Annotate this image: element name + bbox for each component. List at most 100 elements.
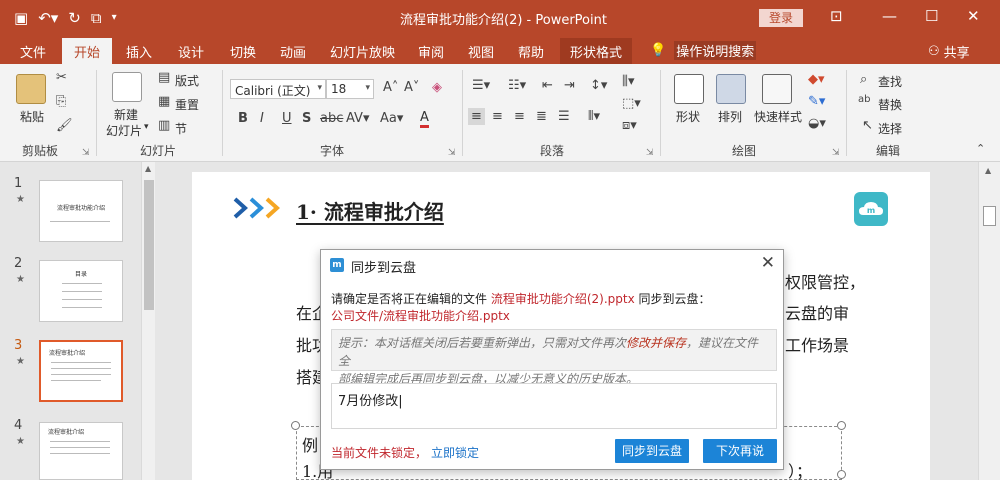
tab-review[interactable]: 审阅: [418, 42, 444, 61]
format-painter-icon[interactable]: 🖌: [56, 118, 73, 133]
arrange-icon[interactable]: [716, 74, 746, 104]
smartart-icon[interactable]: ⧈▾: [622, 118, 637, 133]
grow-font-icon[interactable]: A˄: [383, 80, 398, 95]
section-icon[interactable]: ▥: [158, 118, 170, 133]
text-shadow-icon[interactable]: S: [302, 111, 311, 126]
strikethrough-icon[interactable]: abc: [320, 111, 343, 126]
layout-button[interactable]: 版式: [175, 72, 199, 89]
find-button[interactable]: 查找: [878, 73, 902, 90]
select-icon[interactable]: ↖: [862, 118, 873, 133]
distributed-icon[interactable]: ☰: [558, 109, 570, 124]
align-right-icon[interactable]: ≡: [514, 109, 525, 124]
thumbnail-scrollbar[interactable]: ▲: [141, 162, 155, 480]
resize-handle[interactable]: [291, 421, 300, 430]
new-slide-icon[interactable]: [112, 72, 142, 102]
slide-title[interactable]: 1· 流程审批介绍: [296, 196, 444, 225]
replace-icon[interactable]: ab: [858, 94, 870, 105]
reset-icon[interactable]: ▦: [158, 94, 170, 109]
font-size-select[interactable]: 18 ▾: [326, 79, 374, 99]
version-note-input[interactable]: 7月份修改|: [331, 383, 777, 429]
ribbon-display-icon[interactable]: ⊡: [830, 7, 843, 25]
underline-icon[interactable]: U: [282, 111, 292, 126]
align-center-icon[interactable]: ≡: [492, 109, 503, 124]
scrollbar-thumb[interactable]: [144, 180, 154, 310]
bullets-icon[interactable]: ☰▾: [472, 78, 490, 93]
reset-button[interactable]: 重置: [175, 96, 199, 113]
shapes-button[interactable]: 形状: [676, 108, 700, 125]
justify-icon[interactable]: ≣: [536, 109, 547, 124]
clipboard-launcher-icon[interactable]: ⇲: [82, 148, 90, 158]
paste-icon[interactable]: [16, 74, 46, 104]
lock-now-link[interactable]: 立即锁定: [431, 446, 479, 460]
shape-effects-icon[interactable]: ◒▾: [808, 116, 826, 131]
maximize-icon[interactable]: ☐: [925, 7, 938, 25]
scroll-up-icon[interactable]: ▲: [145, 164, 151, 173]
collapse-ribbon-icon[interactable]: ⌃: [976, 142, 985, 155]
minimize-icon[interactable]: —: [882, 7, 897, 25]
save-icon[interactable]: ▣: [14, 8, 28, 28]
section-button[interactable]: 节: [175, 120, 187, 137]
select-button[interactable]: 选择: [878, 120, 902, 137]
shapes-icon[interactable]: [674, 74, 704, 104]
increase-indent-icon[interactable]: ⇥: [564, 78, 575, 93]
clear-format-icon[interactable]: ◈: [432, 80, 442, 95]
tab-help[interactable]: 帮助: [518, 42, 544, 61]
font-color-icon[interactable]: A: [420, 111, 429, 128]
slide-thumbnail-4[interactable]: 流程审批介绍: [39, 422, 123, 480]
resize-handle[interactable]: [837, 470, 846, 479]
tab-shape-format[interactable]: 形状格式: [560, 38, 633, 64]
char-spacing-icon[interactable]: AV▾: [346, 111, 369, 126]
replace-button[interactable]: 替换: [878, 96, 902, 113]
canvas-scrollbar[interactable]: ▲: [978, 162, 1000, 480]
copy-icon[interactable]: ⎘: [56, 94, 66, 109]
columns-icon[interactable]: ⫴▾: [588, 109, 600, 124]
scrollbar-thumb[interactable]: [983, 206, 996, 226]
tab-animations[interactable]: 动画: [280, 42, 306, 61]
login-button[interactable]: 登录: [759, 9, 803, 27]
slide-thumbnail-2[interactable]: 目录: [39, 260, 123, 322]
font-launcher-icon[interactable]: ⇲: [448, 148, 456, 158]
resize-handle[interactable]: [837, 421, 846, 430]
quick-styles-icon[interactable]: [762, 74, 792, 104]
drawing-launcher-icon[interactable]: ⇲: [832, 148, 840, 158]
undo-icon[interactable]: ↶▾: [38, 8, 58, 28]
shrink-font-icon[interactable]: A˅: [404, 80, 419, 95]
layout-icon[interactable]: ▤: [158, 70, 170, 85]
tab-view[interactable]: 视图: [468, 42, 494, 61]
paste-button[interactable]: 粘贴: [20, 108, 44, 125]
slide-thumbnail-1[interactable]: 流程审批功能介绍: [39, 180, 123, 242]
arrange-button[interactable]: 排列: [718, 108, 742, 125]
new-slide-label-2[interactable]: 幻灯片: [106, 122, 142, 139]
close-window-icon[interactable]: ✕: [967, 7, 980, 25]
present-icon[interactable]: ⧉: [91, 8, 102, 28]
font-name-select[interactable]: Calibri (正文) ▾: [230, 79, 326, 99]
align-text-icon[interactable]: ⬚▾: [622, 96, 641, 111]
tell-me-search[interactable]: 💡 操作说明搜索: [650, 41, 757, 60]
tab-design[interactable]: 设计: [178, 42, 204, 61]
tab-file[interactable]: 文件: [20, 42, 46, 61]
shape-outline-icon[interactable]: ✎▾: [808, 94, 825, 109]
new-slide-label-1[interactable]: 新建: [114, 106, 138, 123]
line-spacing-icon[interactable]: ↕▾: [590, 78, 607, 93]
customize-qat-icon[interactable]: ▾: [112, 8, 117, 28]
later-button[interactable]: 下次再说: [703, 439, 777, 463]
new-slide-dropdown-icon[interactable]: ▾: [144, 122, 149, 132]
numbering-icon[interactable]: ☷▾: [508, 78, 526, 93]
align-left-icon[interactable]: ≡: [468, 108, 485, 125]
slide-thumbnail-3[interactable]: 流程审批介绍: [39, 340, 123, 402]
italic-icon[interactable]: I: [260, 111, 264, 126]
change-case-icon[interactable]: Aa▾: [380, 111, 403, 126]
decrease-indent-icon[interactable]: ⇤: [542, 78, 553, 93]
quick-styles-button[interactable]: 快速样式: [754, 108, 802, 125]
tab-slideshow[interactable]: 幻灯片放映: [330, 42, 395, 61]
tab-transitions[interactable]: 切换: [230, 42, 256, 61]
find-icon[interactable]: ⌕: [860, 72, 867, 87]
paragraph-launcher-icon[interactable]: ⇲: [646, 148, 654, 158]
close-icon[interactable]: ✕: [761, 253, 775, 273]
share-button[interactable]: ⚇ 共享: [928, 42, 970, 61]
sync-button[interactable]: 同步到云盘: [615, 439, 689, 463]
redo-icon[interactable]: ↻: [68, 8, 81, 28]
tab-insert[interactable]: 插入: [126, 42, 152, 61]
shape-fill-icon[interactable]: ◆▾: [808, 72, 825, 87]
text-direction-icon[interactable]: ⫼▾: [622, 74, 635, 89]
